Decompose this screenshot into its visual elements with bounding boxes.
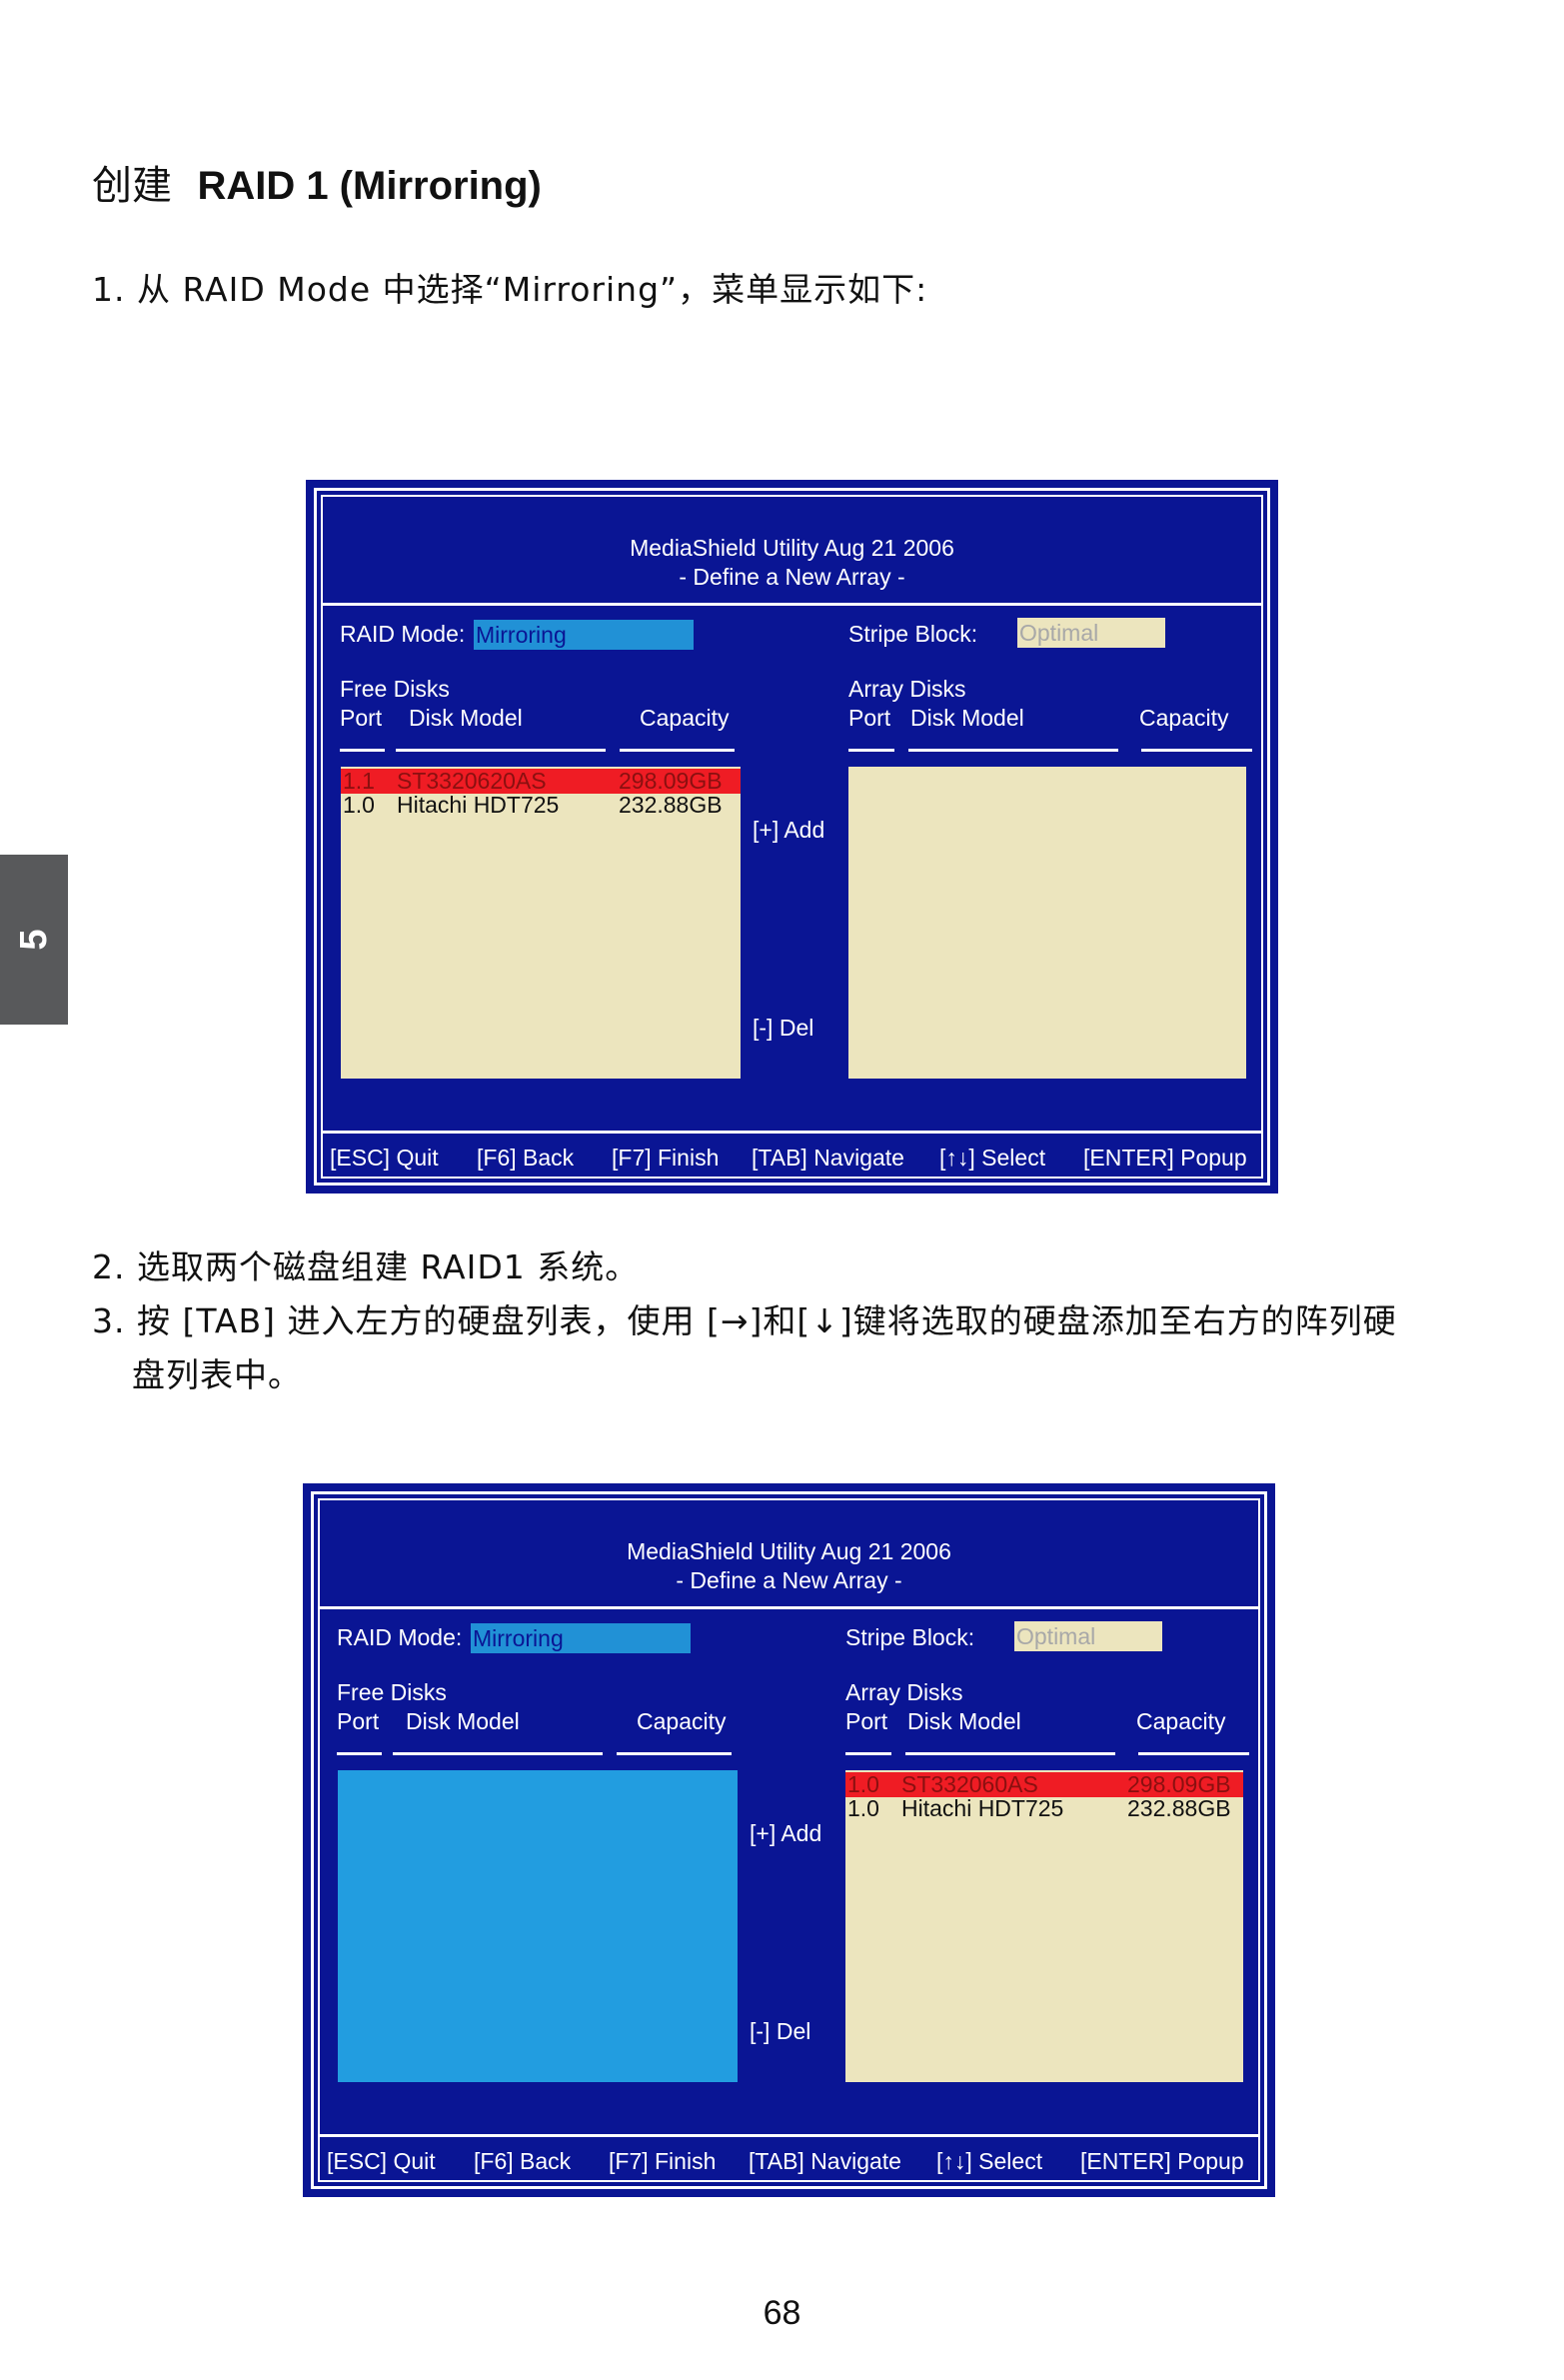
free-disks-list[interactable]: 1.1 ST3320620AS 298.09GB 1.0 Hitachi HDT… xyxy=(341,767,741,1079)
heading-title: RAID 1 (Mirroring) xyxy=(197,164,542,208)
disk-capacity: 232.88GB xyxy=(619,792,723,818)
footer-f6-back[interactable]: [F6] Back xyxy=(474,2141,571,2181)
disk-port: 1.0 xyxy=(847,1795,879,1821)
add-button[interactable]: [+] Add xyxy=(753,817,824,844)
array-col-port: Port xyxy=(845,1708,888,1734)
utility-title: MediaShield Utility Aug 21 2006 xyxy=(627,1538,951,1564)
disk-port: 1.0 xyxy=(343,792,375,818)
free-disk-row[interactable]: 1.1 ST3320620AS 298.09GB xyxy=(341,769,741,794)
step-2-text: 2. 选取两个磁盘组建 RAID1 系统。 xyxy=(92,1247,640,1286)
disk-port: 1.1 xyxy=(343,768,375,794)
utility-subtitle: - Define a New Array - xyxy=(676,1567,902,1593)
header-divider xyxy=(318,1606,1260,1609)
col-underline xyxy=(845,1752,891,1755)
chapter-number: 5 xyxy=(13,929,55,951)
stripe-block-field[interactable]: Optimal xyxy=(1017,618,1165,648)
footer-esc-quit[interactable]: [ESC] Quit xyxy=(330,1138,439,1178)
col-underline xyxy=(337,1752,382,1755)
raid-mode-field[interactable]: Mirroring xyxy=(471,1623,691,1653)
col-underline xyxy=(617,1752,732,1755)
step-3-text: 3. 按 [TAB] 进入左方的硬盘列表，使用 [→]和[↓]键将选取的硬盘添加… xyxy=(92,1301,1397,1340)
footer-tab-navigate[interactable]: [TAB] Navigate xyxy=(749,2141,901,2181)
free-disks-list[interactable] xyxy=(338,1770,738,2082)
del-button[interactable]: [-] Del xyxy=(753,1015,813,1042)
del-button[interactable]: [-] Del xyxy=(750,2018,810,2045)
heading-prefix: 创建 xyxy=(92,163,172,209)
col-underline xyxy=(340,749,385,752)
footer-divider xyxy=(318,2134,1260,2137)
bios-screen-2: MediaShield Utility Aug 21 2006 - Define… xyxy=(303,1483,1275,2197)
col-underline xyxy=(1138,1752,1249,1755)
footer-enter-popup[interactable]: [ENTER] Popup xyxy=(1083,1138,1247,1178)
raid-mode-field[interactable]: Mirroring xyxy=(474,620,694,650)
footer-esc-quit[interactable]: [ESC] Quit xyxy=(327,2141,436,2181)
free-col-model: Disk Model xyxy=(406,1708,520,1734)
array-col-port: Port xyxy=(848,705,891,731)
free-col-capacity: Capacity xyxy=(640,705,730,731)
col-underline xyxy=(393,1752,603,1755)
page-number: 68 xyxy=(763,2294,801,2332)
utility-title: MediaShield Utility Aug 21 2006 xyxy=(630,535,954,561)
step-3-text-continued: 盘列表中。 xyxy=(132,1355,302,1394)
array-col-model: Disk Model xyxy=(907,1708,1021,1734)
section-heading: 创建 RAID 1 (Mirroring) xyxy=(92,160,542,212)
free-disk-row[interactable]: 1.0 Hitachi HDT725 232.88GB xyxy=(341,793,741,818)
col-underline xyxy=(396,749,606,752)
footer-arrows-select[interactable]: [↑↓] Select xyxy=(936,2141,1042,2181)
col-underline xyxy=(908,749,1118,752)
add-button[interactable]: [+] Add xyxy=(750,1820,821,1847)
array-disk-row[interactable]: 1.0 Hitachi HDT725 232.88GB xyxy=(845,1796,1243,1821)
header-divider xyxy=(321,603,1263,606)
array-col-model: Disk Model xyxy=(910,705,1024,731)
footer-divider xyxy=(321,1131,1263,1134)
bios-screen-1: MediaShield Utility Aug 21 2006 - Define… xyxy=(306,480,1278,1193)
disk-model: Hitachi HDT725 xyxy=(901,1795,1064,1821)
stripe-block-label: Stripe Block: xyxy=(845,1624,975,1650)
array-disks-title: Array Disks xyxy=(848,676,966,702)
footer-f7-finish[interactable]: [F7] Finish xyxy=(609,2141,716,2181)
free-disks-title: Free Disks xyxy=(337,1679,447,1705)
step-1-text: 1. 从 RAID Mode 中选择“Mirroring”，菜单显示如下: xyxy=(92,270,928,309)
col-underline xyxy=(620,749,735,752)
stripe-block-label: Stripe Block: xyxy=(848,621,978,647)
array-disks-list[interactable]: 1.0 ST332060AS 298.09GB 1.0 Hitachi HDT7… xyxy=(845,1770,1243,2082)
disk-capacity: 298.09GB xyxy=(1127,1771,1231,1797)
free-col-model: Disk Model xyxy=(409,705,523,731)
footer-f7-finish[interactable]: [F7] Finish xyxy=(612,1138,719,1178)
disk-model: ST3320620AS xyxy=(397,768,547,794)
footer-enter-popup[interactable]: [ENTER] Popup xyxy=(1080,2141,1244,2181)
disk-port: 1.0 xyxy=(847,1771,879,1797)
array-disks-title: Array Disks xyxy=(845,1679,963,1705)
array-col-capacity: Capacity xyxy=(1136,1708,1226,1734)
free-col-port: Port xyxy=(340,705,383,731)
array-disks-list[interactable] xyxy=(848,767,1246,1079)
footer-tab-navigate[interactable]: [TAB] Navigate xyxy=(752,1138,904,1178)
utility-subtitle: - Define a New Array - xyxy=(679,564,905,590)
disk-capacity: 298.09GB xyxy=(619,768,723,794)
col-underline xyxy=(1141,749,1252,752)
footer-arrows-select[interactable]: [↑↓] Select xyxy=(939,1138,1045,1178)
disk-model: Hitachi HDT725 xyxy=(397,792,560,818)
free-disks-title: Free Disks xyxy=(340,676,450,702)
array-col-capacity: Capacity xyxy=(1139,705,1229,731)
free-col-port: Port xyxy=(337,1708,380,1734)
chapter-tab: 5 xyxy=(0,855,68,1025)
array-disk-row[interactable]: 1.0 ST332060AS 298.09GB xyxy=(845,1772,1243,1797)
col-underline xyxy=(905,1752,1115,1755)
free-col-capacity: Capacity xyxy=(637,1708,727,1734)
footer-f6-back[interactable]: [F6] Back xyxy=(477,1138,574,1178)
stripe-block-field[interactable]: Optimal xyxy=(1014,1621,1162,1651)
disk-capacity: 232.88GB xyxy=(1127,1795,1231,1821)
raid-mode-label: RAID Mode: xyxy=(340,621,466,647)
raid-mode-label: RAID Mode: xyxy=(337,1624,463,1650)
col-underline xyxy=(848,749,894,752)
disk-model: ST332060AS xyxy=(901,1771,1038,1797)
